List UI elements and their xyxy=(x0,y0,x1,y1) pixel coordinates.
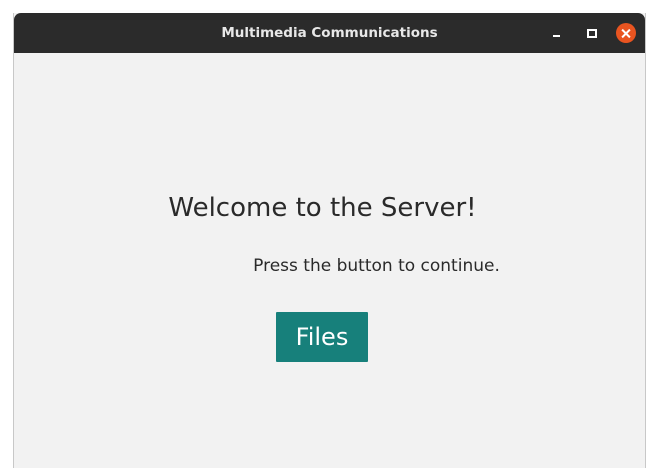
welcome-heading: Welcome to the Server! xyxy=(168,193,477,223)
close-icon xyxy=(622,29,631,38)
close-button[interactable] xyxy=(616,23,636,43)
files-button[interactable]: Files xyxy=(276,312,368,362)
maximize-icon xyxy=(587,28,597,38)
app-window: Multimedia Communications Welcome to the… xyxy=(13,13,646,468)
title-bar[interactable]: Multimedia Communications xyxy=(14,13,645,53)
minimize-button[interactable] xyxy=(546,23,566,43)
minimize-icon xyxy=(552,35,560,37)
instruction-text: Press the button to continue. xyxy=(253,256,500,276)
maximize-button[interactable] xyxy=(582,23,602,43)
